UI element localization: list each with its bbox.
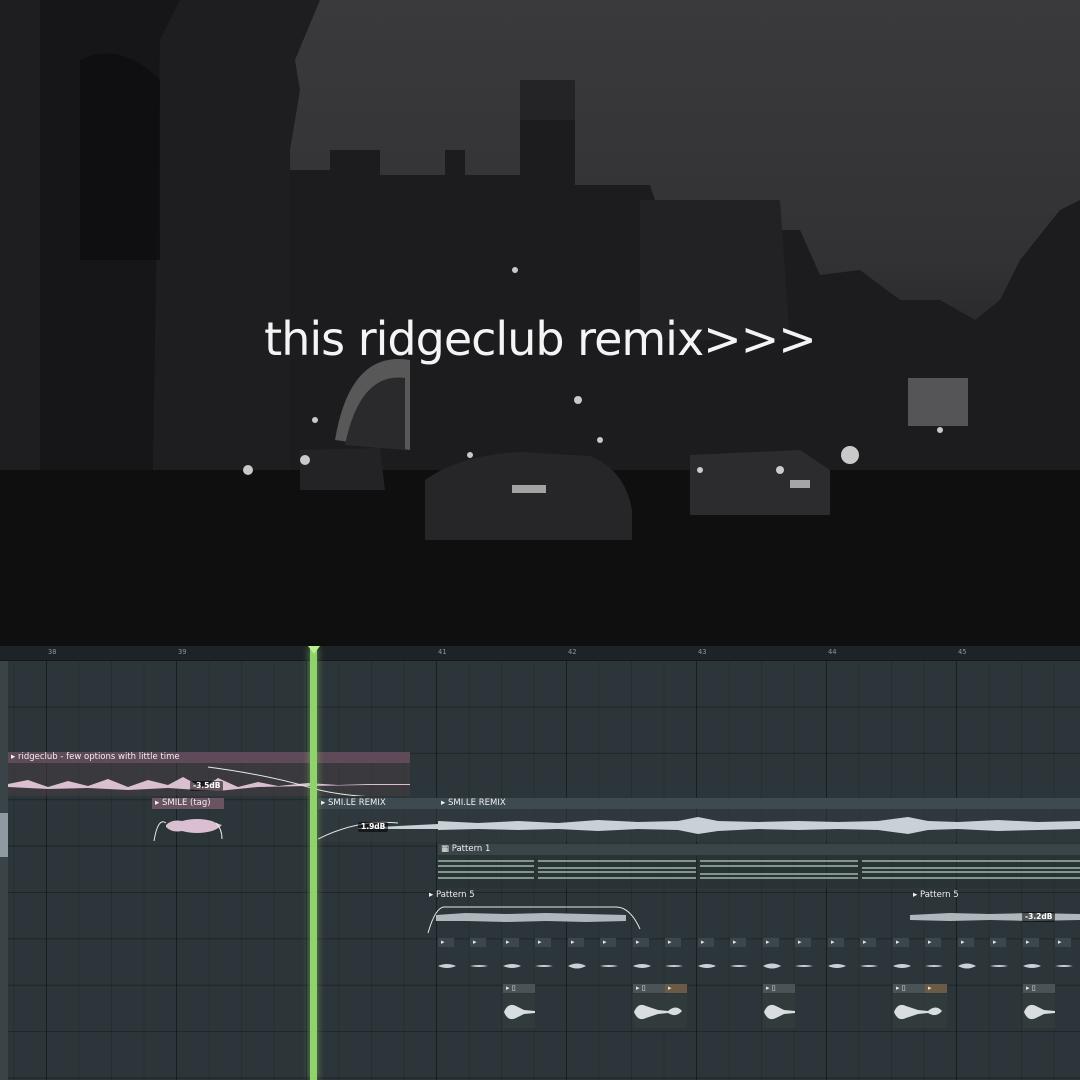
small-clip[interactable]: ▸ [633, 938, 649, 947]
bar-number: 44 [828, 648, 837, 656]
clip-pattern-5-a[interactable]: ▸ Pattern 5 [426, 890, 650, 934]
play-arrow-icon: ▸ [913, 890, 920, 900]
daw-playlist[interactable]: 38 39 40 41 42 43 44 45 ▸ ridgeclub - fe… [0, 646, 1080, 1080]
bar-number: 41 [438, 648, 447, 656]
volume-readout: -3.2dB [1022, 912, 1056, 922]
waveform-smile-remix-b [438, 817, 1080, 834]
clip-smile-tag[interactable]: ▸ SMILE (tag) [152, 798, 224, 842]
timeline-ruler[interactable]: 38 39 40 41 42 43 44 45 [0, 646, 1080, 661]
small-clip[interactable]: ▸ [990, 938, 1006, 947]
playhead-line[interactable] [310, 646, 317, 1080]
video-frame: this ridgeclub remix>>> [0, 0, 1080, 646]
playhead-marker-icon[interactable] [308, 646, 320, 654]
small-clip[interactable]: ▸ ▯ [633, 984, 665, 993]
clip-smile-remix-a[interactable]: ▸ SMI.LE REMIX 1.9dB [318, 798, 438, 842]
small-clip[interactable]: ▸ [665, 984, 687, 993]
clip-smile-remix-b[interactable]: ▸ SMI.LE REMIX [438, 798, 1080, 842]
small-clip[interactable]: ▸ ▯ [893, 984, 925, 993]
small-clip[interactable]: ▸ [763, 938, 779, 947]
clip-ridgeclub[interactable]: ▸ ridgeclub - few options with little ti… [8, 752, 410, 796]
clip-label: SMI.LE REMIX [327, 798, 386, 808]
small-clip[interactable]: ▸ ▯ [1023, 984, 1055, 993]
clip-pattern-1[interactable]: ▦ Pattern 1 [438, 844, 1080, 888]
small-clip[interactable]: ▸ [925, 984, 947, 993]
bar-number: 43 [698, 648, 707, 656]
clip-label: Pattern 5 [919, 890, 959, 900]
video-caption: this ridgeclub remix>>> [264, 312, 817, 366]
volume-readout: 1.9dB [358, 822, 389, 832]
waveform-pattern-5-a [427, 906, 641, 934]
small-clip[interactable]: ▸ [600, 938, 616, 947]
clip-label: ridgeclub - few options with little time [17, 752, 180, 762]
small-clip[interactable]: ▸ [470, 938, 486, 947]
pattern-notes [438, 860, 1080, 879]
clip-label: SMI.LE REMIX [447, 798, 506, 808]
small-clip[interactable]: ▸ [535, 938, 551, 947]
small-clip[interactable]: ▸ [438, 938, 454, 947]
small-clip[interactable]: ▸ [665, 938, 681, 947]
small-clip[interactable]: ▸ ▯ [763, 984, 795, 993]
track-5-waveforms [438, 963, 1073, 969]
small-clip[interactable]: ▸ [958, 938, 974, 947]
track-header-strip[interactable] [0, 661, 8, 1080]
small-clip[interactable]: ▸ [795, 938, 811, 947]
bar-number: 38 [48, 648, 57, 656]
bar-number: 42 [568, 648, 577, 656]
waveform-ridgeclub [8, 766, 410, 796]
play-arrow-icon: ▸ [11, 752, 18, 762]
waveform-smile-tag [153, 819, 223, 842]
play-arrow-icon: ▸ [155, 798, 162, 808]
small-clip[interactable]: ▸ [925, 938, 941, 947]
pattern-icon: ▦ [441, 844, 452, 854]
small-clip[interactable]: ▸ [698, 938, 714, 947]
small-clip[interactable]: ▸ [568, 938, 584, 947]
bar-number: 45 [958, 648, 967, 656]
track-6-waveforms [503, 994, 1055, 1028]
play-arrow-icon: ▸ [429, 890, 436, 900]
small-clip[interactable]: ▸ [828, 938, 844, 947]
bar-number: 39 [178, 648, 187, 656]
clip-label: SMILE (tag) [161, 798, 211, 808]
small-clip[interactable]: ▸ [1023, 938, 1039, 947]
small-clip[interactable]: ▸ [1055, 938, 1071, 947]
small-clip[interactable]: ▸ ▯ [503, 984, 535, 993]
clip-label: Pattern 5 [435, 890, 475, 900]
clip-label: Pattern 1 [451, 844, 491, 854]
volume-readout: -3.5dB [190, 781, 224, 791]
play-arrow-icon: ▸ [321, 798, 328, 808]
small-clip[interactable]: ▸ [893, 938, 909, 947]
clip-pattern-5-b[interactable]: ▸ Pattern 5 -3.2dB [910, 890, 1080, 934]
small-clip[interactable]: ▸ [730, 938, 746, 947]
small-clip[interactable]: ▸ [503, 938, 519, 947]
small-clip[interactable]: ▸ [860, 938, 876, 947]
play-arrow-icon: ▸ [441, 798, 448, 808]
